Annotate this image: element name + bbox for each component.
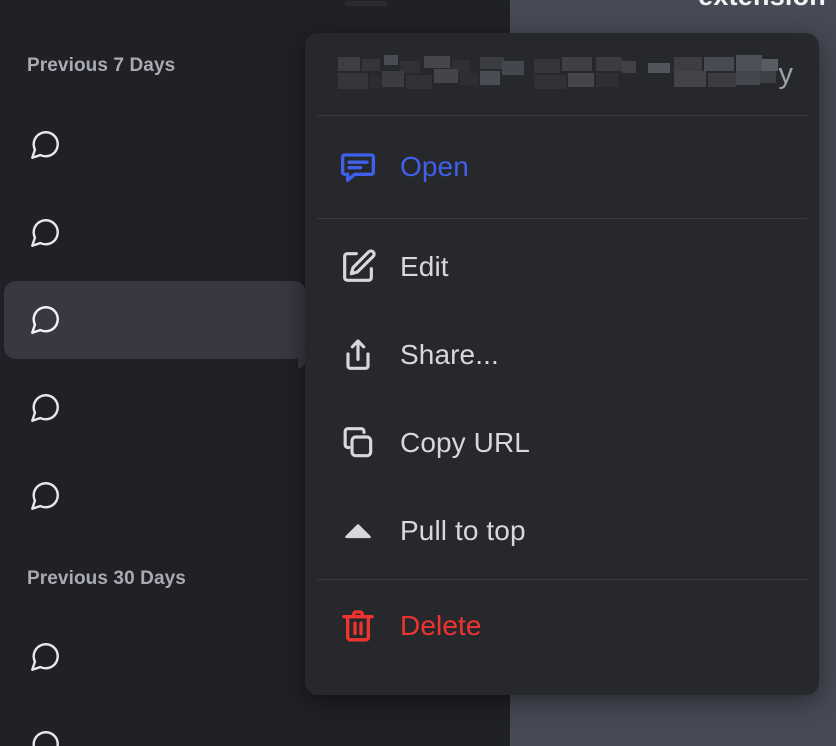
menu-item-pull-to-top-label: Pull to top bbox=[400, 515, 526, 546]
chat-bubble-icon bbox=[28, 303, 62, 337]
menu-section-actions: Edit Share... Copy URL Pull to top bbox=[305, 219, 819, 579]
background-panel-title: extension bbox=[698, 0, 826, 12]
copy-icon bbox=[338, 421, 384, 465]
sidebar-conversation-row-selected[interactable] bbox=[4, 281, 306, 359]
chat-bubble-icon bbox=[28, 128, 62, 162]
context-menu: y Open Edit Share... Copy URL Pull to to… bbox=[305, 33, 819, 695]
menu-item-open[interactable]: Open bbox=[305, 116, 819, 218]
redacted-title-visible-tail: y bbox=[778, 58, 794, 90]
chat-bubble-icon bbox=[28, 640, 62, 674]
chat-bubble-icon bbox=[28, 391, 62, 425]
sidebar-top-partial-item bbox=[345, 1, 387, 6]
share-upload-icon bbox=[338, 333, 384, 377]
sidebar-conversation-row[interactable] bbox=[4, 706, 306, 746]
menu-item-delete-label: Delete bbox=[400, 610, 482, 641]
redacted-conversation-title: y bbox=[338, 55, 793, 91]
triangle-up-icon bbox=[338, 509, 384, 553]
sidebar-group-label-previous-7-days: Previous 7 Days bbox=[27, 55, 176, 76]
trash-icon bbox=[338, 604, 384, 648]
chat-bubble-icon bbox=[28, 479, 62, 513]
sidebar-conversation-row[interactable] bbox=[4, 457, 306, 535]
sidebar-conversation-row[interactable] bbox=[4, 369, 306, 447]
sidebar-conversation-row[interactable] bbox=[4, 106, 306, 184]
menu-item-share[interactable]: Share... bbox=[305, 311, 819, 399]
menu-item-edit-label: Edit bbox=[400, 251, 449, 282]
chat-bubble-icon bbox=[28, 728, 62, 746]
menu-item-pull-to-top[interactable]: Pull to top bbox=[305, 487, 819, 575]
square-pen-icon bbox=[338, 245, 384, 289]
screen: extension Previous 7 Days Previous 30 Da… bbox=[0, 0, 836, 746]
sidebar-top-strip bbox=[0, 0, 510, 10]
sidebar-conversation-row[interactable] bbox=[4, 194, 306, 272]
menu-item-share-label: Share... bbox=[400, 339, 499, 370]
menu-item-delete[interactable]: Delete bbox=[305, 580, 819, 672]
chat-message-icon bbox=[338, 145, 384, 189]
sidebar-conversation-row[interactable] bbox=[4, 618, 306, 696]
menu-item-open-label: Open bbox=[400, 151, 469, 182]
context-menu-header: y bbox=[305, 33, 819, 115]
menu-item-copy-url-label: Copy URL bbox=[400, 427, 530, 458]
sidebar-group-label-previous-30-days: Previous 30 Days bbox=[27, 568, 186, 589]
menu-item-edit[interactable]: Edit bbox=[305, 223, 819, 311]
chat-bubble-icon bbox=[28, 216, 62, 250]
menu-item-copy-url[interactable]: Copy URL bbox=[305, 399, 819, 487]
